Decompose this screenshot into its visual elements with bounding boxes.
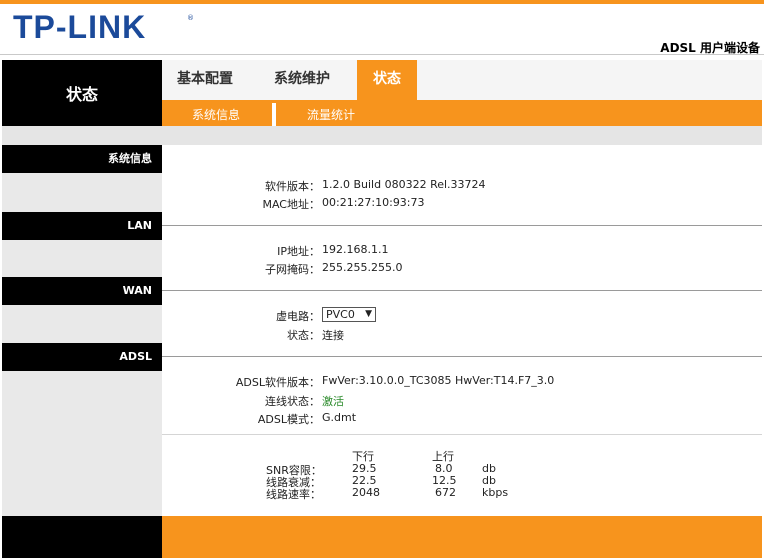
ip-address-row: IP地址： 192.168.1.1: [0, 243, 764, 258]
section-header-adsl: ADSL: [2, 343, 162, 371]
subnet-mask-value: 255.255.255.0: [322, 261, 403, 274]
ip-address-label: IP地址：: [277, 245, 320, 258]
line-state-value: 激活: [322, 395, 344, 408]
line-rate-unit: kbps: [482, 486, 509, 499]
virtual-circuit-label: 虚电路：: [276, 310, 320, 323]
line-rate-label: 线路速率：: [266, 488, 321, 501]
wan-status-label: 状态：: [287, 329, 320, 342]
mac-address-row: MAC地址： 00:21:27:10:93:73: [0, 196, 764, 211]
line-rate-up: 672: [435, 486, 456, 499]
line-rate-down: 2048: [352, 486, 380, 499]
subnet-mask-label: 子网掩码：: [265, 263, 320, 276]
tab-system-maintenance[interactable]: 系统维护: [274, 60, 330, 100]
adsl-firmware-row: ADSL软件版本： FwVer:3.10.0.0_TC3085 HwVer:T1…: [0, 374, 764, 389]
adsl-mode-value: G.dmt: [322, 411, 357, 424]
wan-divider: [162, 290, 762, 291]
line-state-row: 连线状态： 激活: [0, 393, 764, 408]
registered-mark: ®: [187, 14, 194, 22]
adsl-divider: [162, 356, 762, 357]
virtual-circuit-selected: PVC0: [326, 308, 355, 321]
adsl-firmware-value: FwVer:3.10.0.0_TC3085 HwVer:T14.F7_3.0: [322, 374, 555, 387]
software-version-row: 软件版本： 1.2.0 Build 080322 Rel.33724: [0, 178, 764, 193]
section-header-wan: WAN: [2, 277, 162, 305]
footer-left: [2, 516, 162, 558]
wan-status-row: 状态： 连接: [0, 327, 764, 342]
section-header-lan: LAN: [2, 212, 162, 240]
ip-address-value: 192.168.1.1: [322, 243, 389, 256]
tp-link-logo: TP-LINK ®: [0, 4, 200, 52]
dropdown-arrow-icon: ▼: [365, 309, 372, 319]
mac-address-label: MAC地址：: [262, 198, 320, 211]
sub-navigation: 系统信息 流量统计: [162, 100, 762, 126]
adsl-mode-label: ADSL模式：: [257, 413, 320, 426]
grey-strip: [2, 126, 762, 145]
adsl-mode-row: ADSL模式： G.dmt: [0, 411, 764, 426]
software-version-label: 软件版本：: [265, 180, 320, 193]
subtab-system-info[interactable]: 系统信息: [192, 106, 240, 123]
line-state-label: 连线状态：: [265, 395, 320, 408]
footer-bar: [162, 516, 762, 558]
main-tabs: 基本配置 系统维护 状态: [162, 60, 762, 100]
tab-status[interactable]: 状态: [357, 60, 417, 100]
adsl-stats-divider: [162, 434, 762, 435]
mac-address-value: 00:21:27:10:93:73: [322, 196, 425, 209]
section-header-system-info: 系统信息: [2, 145, 162, 173]
subnet-mask-row: 子网掩码： 255.255.255.0: [0, 261, 764, 276]
subnav-divider: [272, 103, 276, 126]
virtual-circuit-select[interactable]: PVC0 ▼: [322, 307, 376, 322]
subtab-traffic-stats[interactable]: 流量统计: [307, 106, 355, 123]
lan-divider: [162, 225, 762, 226]
current-section-title: 状态: [2, 60, 162, 126]
virtual-circuit-row: 虚电路：: [0, 308, 320, 323]
logo-text: TP-LINK: [13, 9, 147, 45]
wan-status-value: 连接: [322, 329, 344, 342]
software-version-value: 1.2.0 Build 080322 Rel.33724: [322, 178, 486, 191]
header-divider: [0, 54, 764, 55]
tab-basic-config[interactable]: 基本配置: [177, 60, 233, 100]
adsl-firmware-label: ADSL软件版本：: [235, 376, 320, 389]
